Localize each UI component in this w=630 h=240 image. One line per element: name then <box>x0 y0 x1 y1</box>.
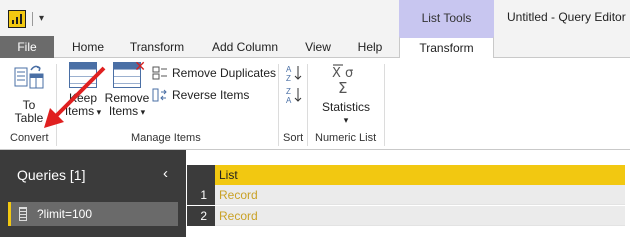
group-separator <box>384 64 385 146</box>
remove-items-dropdown-icon: ▾ <box>138 107 146 117</box>
tab-transform[interactable]: Transform <box>124 36 190 58</box>
context-tab-group-label: List Tools <box>421 11 472 25</box>
row-number[interactable]: 2 <box>187 206 215 226</box>
query-item-label: ?limit=100 <box>37 207 93 221</box>
reverse-items-label: Reverse Items <box>172 88 250 102</box>
queries-pane-title: Queries [1] <box>17 167 86 183</box>
sort-descending-button[interactable]: Z A <box>286 86 302 104</box>
statistics-dropdown-icon: ▾ <box>343 115 349 125</box>
collapse-chevron-icon[interactable]: ‹ <box>163 165 168 182</box>
title-bar: ▾ List Tools Untitled - Query Editor <box>0 0 630 36</box>
column-header-list[interactable]: List <box>215 165 625 185</box>
sort-descending-icon: Z A <box>286 87 302 104</box>
statistics-icon: X σ Σ <box>332 64 353 97</box>
grid-corner-select-all[interactable] <box>187 165 215 185</box>
svg-text:Z: Z <box>286 87 291 96</box>
group-label-convert: Convert <box>10 132 49 144</box>
column-header-label: List <box>219 168 238 182</box>
group-label-numeric-list: Numeric List <box>315 132 377 144</box>
sort-ascending-icon: A Z <box>286 65 302 82</box>
query-table-icon <box>19 207 27 221</box>
quick-access-toolbar: ▾ <box>8 10 44 28</box>
remove-duplicates-button[interactable]: Remove Duplicates <box>152 66 276 80</box>
tab-help[interactable]: Help <box>352 36 388 58</box>
reverse-items-button[interactable]: Reverse Items <box>152 88 249 102</box>
ribbon-tab-row: File Home Transform Add Column View Help… <box>0 36 630 59</box>
qat-separator <box>32 12 33 26</box>
tab-list-tools-transform[interactable]: Transform <box>399 36 494 59</box>
table-cell-record-link[interactable]: Record <box>215 185 625 205</box>
row-number[interactable]: 1 <box>187 185 215 205</box>
tab-home[interactable]: Home <box>68 36 108 58</box>
svg-text:Σ: Σ <box>338 79 347 94</box>
customize-qat-dropdown-icon[interactable]: ▾ <box>39 14 44 24</box>
table-cell-record-link[interactable]: Record <box>215 206 625 226</box>
annotation-arrow-icon <box>44 66 106 128</box>
svg-text:A: A <box>286 96 292 104</box>
window-title: Untitled - Query Editor <box>507 10 626 24</box>
group-label-manage-items: Manage Items <box>131 132 201 144</box>
remove-duplicates-label: Remove Duplicates <box>172 66 277 80</box>
query-item[interactable]: ?limit=100 <box>8 202 178 226</box>
statistics-button[interactable]: X σ Σ Statistics ▾ <box>316 62 376 127</box>
group-separator <box>307 64 308 146</box>
remove-duplicates-icon <box>152 66 167 80</box>
tab-view[interactable]: View <box>300 36 336 58</box>
group-separator <box>278 64 279 146</box>
group-label-sort: Sort <box>283 132 304 144</box>
statistics-label: Statistics <box>321 100 370 114</box>
context-tab-group-list-tools: List Tools <box>399 0 494 36</box>
tab-add-column[interactable]: Add Column <box>206 36 284 58</box>
tab-file[interactable]: File <box>0 36 54 58</box>
svg-text:Z: Z <box>286 74 291 82</box>
reverse-items-icon <box>152 88 167 102</box>
svg-text:A: A <box>286 65 292 74</box>
sort-ascending-button[interactable]: A Z <box>286 64 302 82</box>
power-bi-logo-icon <box>8 10 26 28</box>
